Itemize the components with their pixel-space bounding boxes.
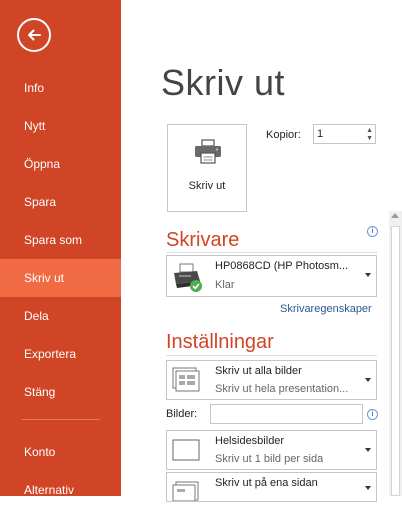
nav-close[interactable]: Stäng xyxy=(0,373,121,411)
scrollbar-thumb[interactable] xyxy=(391,226,400,496)
printer-icon xyxy=(195,139,221,164)
sides-main: Skriv ut på ena sidan xyxy=(215,477,318,489)
section-divider xyxy=(166,355,377,356)
nav-share[interactable]: Dela xyxy=(0,297,121,335)
layout-dropdown[interactable]: Helsidesbilder Skriv ut 1 bild per sida xyxy=(166,430,377,470)
print-range-sub: Skriv ut hela presentation... xyxy=(215,383,349,395)
slides-label: Bilder: xyxy=(166,408,198,420)
page-title: Skriv ut xyxy=(161,62,286,103)
slides-input[interactable] xyxy=(210,404,363,424)
back-button[interactable] xyxy=(17,18,51,52)
copies-value: 1 xyxy=(317,128,324,140)
slides-stack-icon xyxy=(172,367,200,392)
print-button[interactable]: Skriv ut xyxy=(167,124,247,212)
printer-name: HP0868CD (HP Photosm... xyxy=(215,260,349,272)
copies-label: Kopior: xyxy=(266,129,301,141)
print-range-main: Skriv ut alla bilder xyxy=(215,365,302,377)
printer-status: Klar xyxy=(215,279,235,291)
printer-device-icon xyxy=(174,263,202,292)
chevron-down-icon xyxy=(365,448,371,452)
spin-down-icon[interactable]: ▼ xyxy=(366,135,373,142)
spin-up-icon[interactable]: ▲ xyxy=(366,127,373,134)
settings-section-title: Inställningar xyxy=(166,331,274,353)
layout-sub: Skriv ut 1 bild per sida xyxy=(215,453,324,465)
nav-info[interactable]: Info xyxy=(0,69,121,107)
copies-spinner[interactable]: 1 ▲ ▼ xyxy=(313,124,376,144)
backstage-sidebar: Info Nytt Öppna Spara Spara som Skriv ut… xyxy=(0,0,121,497)
chevron-down-icon xyxy=(365,486,371,490)
scroll-up-icon[interactable] xyxy=(391,213,399,218)
print-range-dropdown[interactable]: Skriv ut alla bilder Skriv ut hela prese… xyxy=(166,360,377,400)
nav-options[interactable]: Alternativ xyxy=(0,471,121,509)
nav-save-as[interactable]: Spara som xyxy=(0,221,121,259)
nav-new[interactable]: Nytt xyxy=(0,107,121,145)
nav-open[interactable]: Öppna xyxy=(0,145,121,183)
chevron-down-icon xyxy=(365,273,371,277)
one-sided-icon xyxy=(172,481,199,501)
section-divider xyxy=(166,252,377,253)
nav-export[interactable]: Exportera xyxy=(0,335,121,373)
info-icon[interactable]: i xyxy=(367,409,378,420)
printer-properties-link[interactable]: Skrivaregenskaper xyxy=(280,303,372,315)
back-arrow-icon xyxy=(28,29,41,41)
sides-dropdown[interactable]: Skriv ut på ena sidan xyxy=(166,472,377,502)
info-icon[interactable]: i xyxy=(367,226,378,237)
chevron-down-icon xyxy=(365,378,371,382)
nav-account[interactable]: Konto xyxy=(0,433,121,471)
layout-main: Helsidesbilder xyxy=(215,435,285,447)
full-page-slide-icon xyxy=(172,439,200,461)
nav-print[interactable]: Skriv ut xyxy=(0,259,121,297)
nav-save[interactable]: Spara xyxy=(0,183,121,221)
print-button-label: Skriv ut xyxy=(188,180,226,192)
sidebar-divider xyxy=(22,419,100,420)
printer-dropdown[interactable]: HP0868CD (HP Photosm... Klar xyxy=(166,255,377,297)
printer-section-title: Skrivare xyxy=(166,229,240,251)
